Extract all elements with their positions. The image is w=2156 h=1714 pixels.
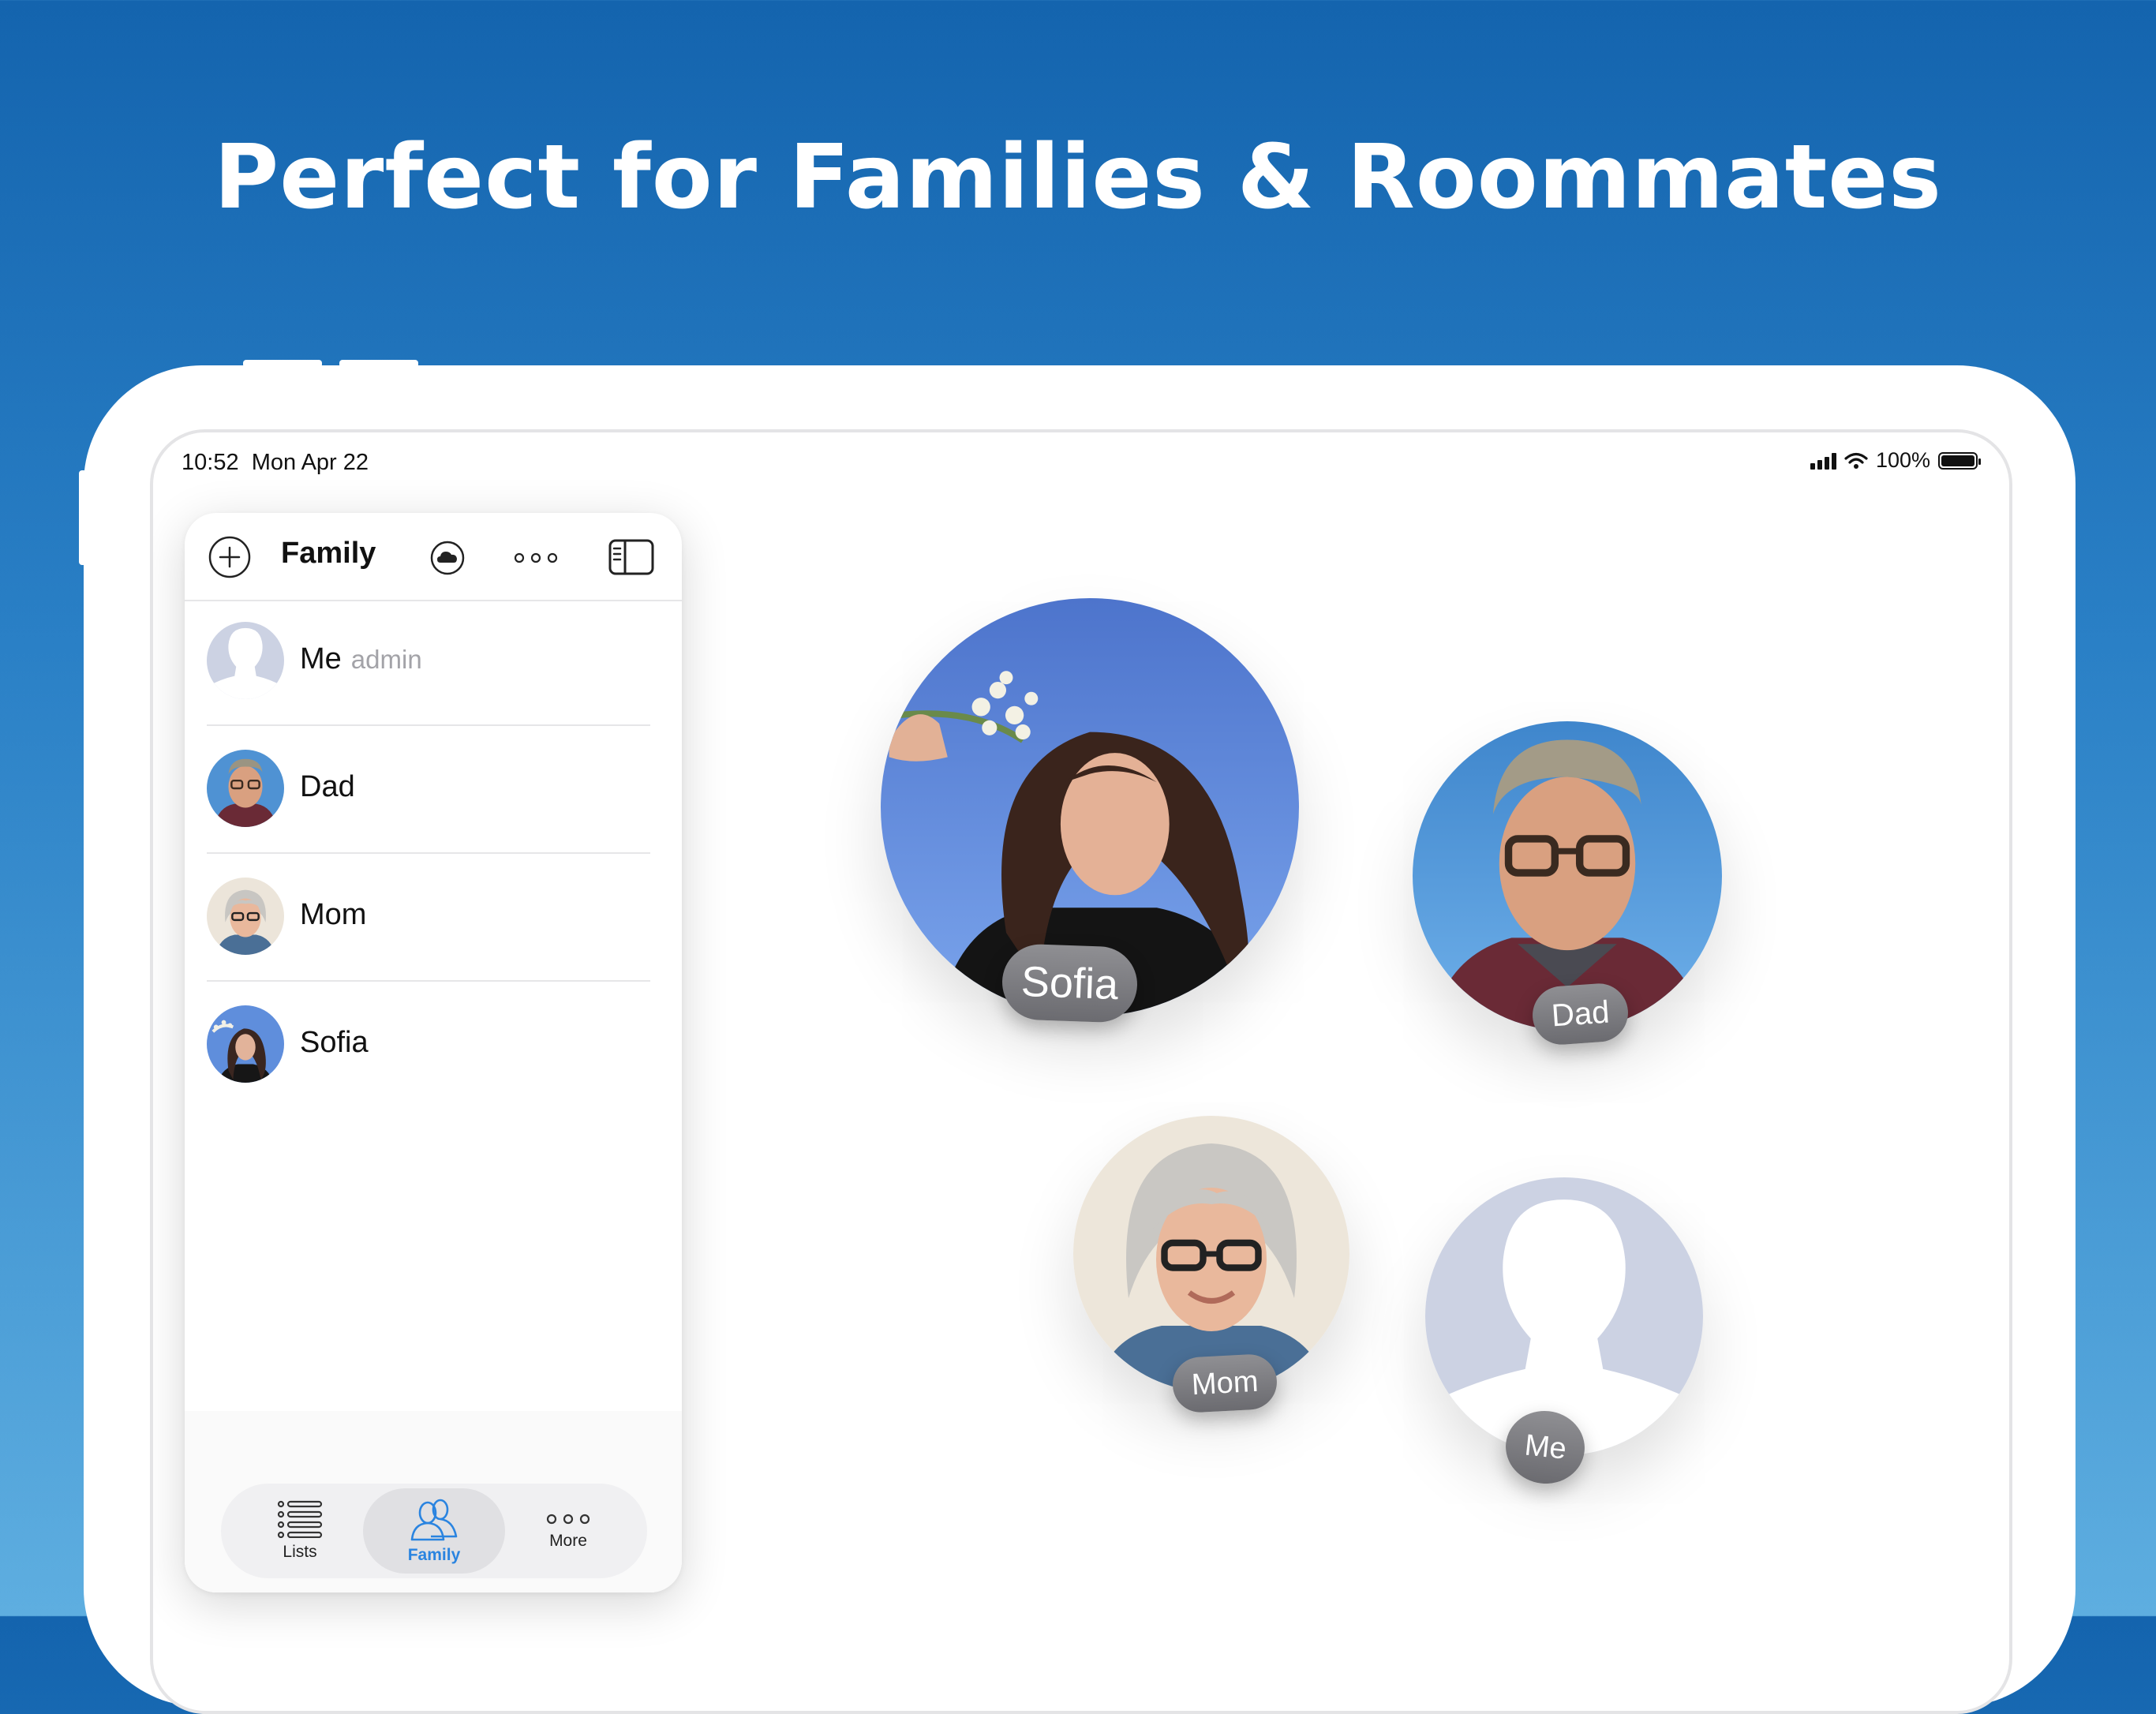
more-options-button[interactable]: [511, 545, 560, 571]
bubble-label-mom: Mom: [1171, 1353, 1279, 1414]
family-sidebar: Family Me admin Dad Mom Sofia Lists Fami…: [185, 513, 682, 1592]
cloud-sync-button[interactable]: [429, 540, 466, 576]
sidebar-title: Family: [281, 537, 376, 570]
ellipsis-icon: [514, 552, 558, 563]
member-row-dad[interactable]: Dad: [185, 728, 682, 854]
row-divider: [207, 724, 650, 726]
silhouette-me: [1425, 1177, 1703, 1455]
clock: 10:52: [182, 450, 239, 475]
admin-tag: admin: [350, 645, 422, 674]
tab-label: More: [549, 1532, 587, 1550]
photo-dad: [1413, 721, 1722, 1031]
tablet-screen: 10:52 Mon Apr 22 100% Family Me admin Da…: [150, 429, 2012, 1714]
wifi-icon: [1844, 452, 1868, 469]
tab-bar: Lists Family More: [221, 1484, 647, 1578]
status-indicators: 100%: [1810, 448, 1981, 473]
member-name-text: Me: [300, 642, 342, 675]
bubble-label-sofia: Sofia: [1001, 943, 1139, 1024]
sidebar-icon: [608, 539, 654, 575]
avatar: [207, 622, 284, 699]
tab-more[interactable]: More: [497, 1488, 639, 1574]
toggle-sidebar-button[interactable]: [608, 538, 655, 576]
tab-family[interactable]: Family: [363, 1488, 505, 1574]
bubble-label-dad: Dad: [1530, 981, 1630, 1047]
avatar: [207, 1005, 284, 1083]
avatar-silhouette: [207, 622, 284, 699]
cellular-signal-icon: [1810, 452, 1836, 470]
avatar: [207, 750, 284, 827]
member-name: Dad: [300, 770, 355, 803]
battery-percent: 100%: [1875, 448, 1930, 472]
member-row-me[interactable]: Me admin: [185, 600, 682, 726]
tablet-top-button: [339, 360, 418, 368]
member-name: Mom: [300, 898, 367, 931]
date: Mon Apr 22: [251, 450, 369, 475]
sidebar-header: Family: [185, 513, 682, 601]
people-icon: [410, 1499, 458, 1541]
member-name: Me admin: [300, 642, 422, 676]
avatar-photo-sofia: [207, 1005, 284, 1083]
avatar-photo-dad: [207, 750, 284, 827]
row-divider: [207, 980, 650, 982]
tab-label: Family: [407, 1546, 461, 1564]
tab-bar-area: Lists Family More: [185, 1411, 682, 1592]
tab-label: Lists: [283, 1543, 317, 1561]
tablet-side-button: [79, 470, 87, 565]
bubble-mom[interactable]: [1073, 1116, 1349, 1392]
cloud-icon: [430, 541, 465, 575]
member-row-mom[interactable]: Mom: [185, 855, 682, 982]
member-name: Sofia: [300, 1026, 369, 1059]
tab-lists[interactable]: Lists: [229, 1488, 371, 1574]
status-bar: 10:52 Mon Apr 22 100%: [153, 432, 2009, 496]
tablet-top-button: [243, 360, 322, 368]
battery-icon: [1938, 451, 1981, 470]
avatar: [207, 878, 284, 955]
status-time: 10:52 Mon Apr 22: [182, 450, 369, 476]
headline: Perfect for Families & Roommates: [214, 126, 1942, 229]
member-row-sofia[interactable]: Sofia: [185, 983, 682, 1110]
plus-circle-icon: [208, 536, 251, 578]
photo-mom: [1073, 1116, 1349, 1392]
row-divider: [207, 852, 650, 854]
list-icon: [277, 1500, 323, 1538]
bubble-me[interactable]: [1425, 1177, 1703, 1455]
bubble-dad[interactable]: [1413, 721, 1722, 1031]
ellipsis-icon: [546, 1514, 590, 1525]
add-member-button[interactable]: [208, 536, 251, 578]
avatar-photo-mom: [207, 878, 284, 955]
